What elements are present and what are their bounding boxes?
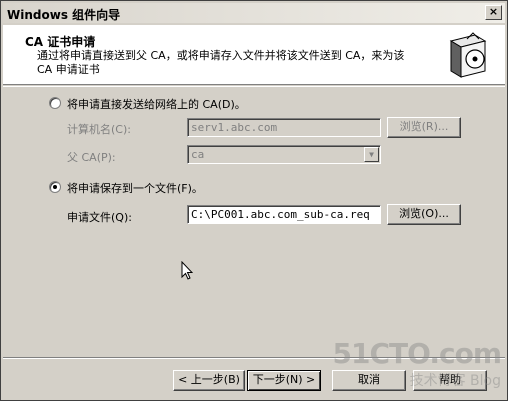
- header-separator: [3, 86, 505, 87]
- computer-name-label: 计算机名(C):: [67, 123, 131, 136]
- site-watermark: 51CTO.com 技术博客 Blog: [332, 337, 502, 390]
- mouse-cursor-icon: [181, 261, 193, 280]
- parent-ca-label: 父 CA(P):: [67, 151, 116, 164]
- wizard-window: Windows 组件向导 × CA 证书申请 通过将申请直接送到父 CA，或将申…: [0, 0, 508, 401]
- browse-file-button[interactable]: 浏览(O)...: [387, 204, 461, 225]
- radio-save-file-label[interactable]: 将申请保存到一个文件(F)。: [67, 180, 203, 196]
- parent-ca-select[interactable]: ca ▼: [187, 145, 381, 164]
- browse-computer-button[interactable]: 浏览(R)...: [387, 117, 461, 138]
- request-file-input[interactable]: C:\PC001.abc.com_sub-ca.req: [187, 205, 381, 224]
- close-icon: ×: [488, 5, 499, 18]
- window-title: Windows 组件向导: [7, 8, 121, 22]
- title-bar[interactable]: Windows 组件向导 ×: [3, 3, 505, 23]
- watermark-line1: 51CTO.com: [332, 337, 502, 370]
- back-button[interactable]: < 上一步(B): [173, 370, 245, 391]
- close-button[interactable]: ×: [485, 5, 502, 20]
- computer-name-input[interactable]: serv1.abc.com: [187, 118, 381, 137]
- wizard-header: CA 证书申请 通过将申请直接送到父 CA，或将申请存入文件并将该文件送到 CA…: [3, 25, 505, 85]
- next-button[interactable]: 下一步(N) >: [247, 370, 321, 391]
- header-title: CA 证书申请: [25, 35, 96, 49]
- chevron-down-icon[interactable]: ▼: [364, 147, 379, 162]
- parent-ca-value: ca: [191, 148, 205, 161]
- watermark-line2: 技术博客 Blog: [409, 373, 501, 389]
- header-description: 通过将申请直接送到父 CA，或将申请存入文件并将该文件送到 CA，来为该 CA …: [37, 49, 405, 76]
- radio-send-network-label[interactable]: 将申请直接发送给网络上的 CA(D)。: [67, 96, 246, 112]
- installer-box-icon: [449, 32, 487, 78]
- request-file-label: 申请文件(Q):: [67, 211, 132, 224]
- radio-save-file[interactable]: [49, 181, 61, 193]
- radio-send-network[interactable]: [49, 97, 61, 109]
